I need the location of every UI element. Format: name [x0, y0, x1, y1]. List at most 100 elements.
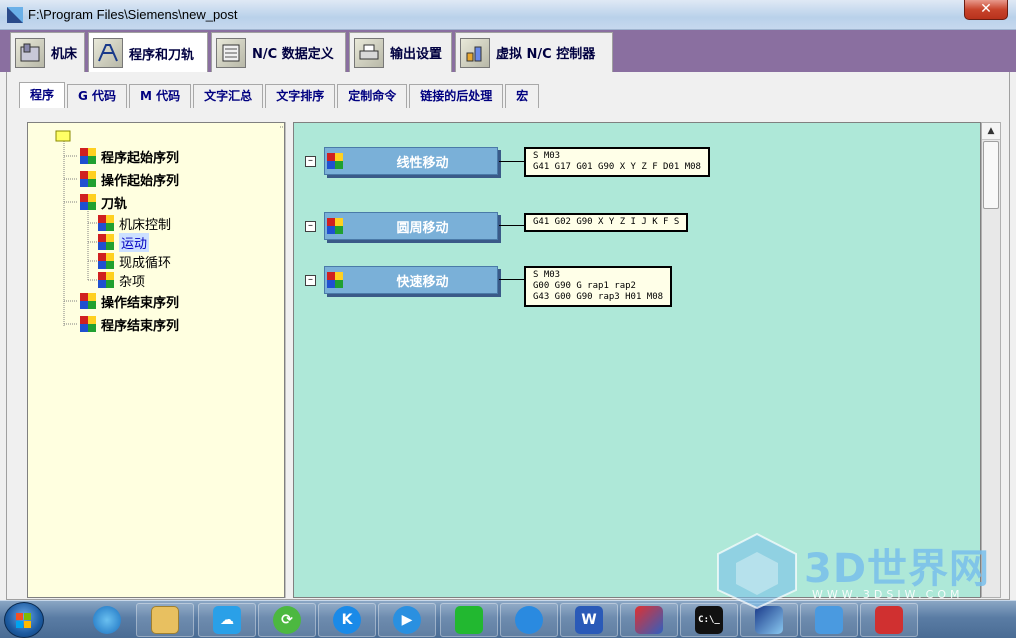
app-icon	[815, 606, 843, 634]
tree-panel: 程序起始序列 操作起始序列 刀轨 机床控制 运动 现成循环 杂项 操作结束序列	[27, 122, 286, 598]
nx-icon	[635, 606, 663, 634]
cube-logo-icon	[717, 532, 797, 610]
tree-item-operation-start[interactable]: 操作起始序列	[80, 169, 179, 189]
tree-item-operation-end[interactable]: 操作结束序列	[80, 291, 179, 311]
code-box[interactable]: S M03 G41 G17 G01 G90 X Y Z F D01 M08	[524, 147, 710, 177]
tree-item-toolpath[interactable]: 刀轨	[80, 192, 127, 212]
vertical-scrollbar[interactable]: ▲	[981, 122, 1001, 598]
cube-icon	[80, 316, 96, 332]
tab-program-toolpath[interactable]: 程序和刀轨	[88, 32, 208, 73]
nc-data-icon	[216, 37, 246, 68]
tree-item-program-start[interactable]: 程序起始序列	[80, 146, 179, 166]
panel-splitter[interactable]	[285, 122, 293, 598]
collapse-toggle[interactable]: –	[305, 275, 316, 286]
tree-item-label: 程序结束序列	[101, 318, 180, 334]
cube-icon	[80, 171, 96, 187]
collapse-toggle[interactable]: –	[305, 221, 316, 232]
scroll-thumb[interactable]	[983, 141, 999, 209]
block-linear-move[interactable]: 线性移动	[324, 147, 498, 175]
tab-label: 虚拟 N/C 控制器	[496, 47, 596, 62]
main-tab-bar: 机床 程序和刀轨 N/C 数据定义 输出设置 虚拟 N/C 控制器	[0, 30, 1016, 73]
tree-item-label: 机床控制	[119, 217, 172, 233]
watermark: 3D世界网 WWW.3DSJW.COM	[712, 530, 1012, 610]
block-label: 快速移动	[396, 274, 449, 290]
taskbar-word[interactable]: W	[560, 603, 618, 637]
scroll-up-arrow[interactable]: ▲	[982, 123, 1000, 140]
cube-icon	[80, 194, 96, 210]
taskbar-qq[interactable]	[78, 603, 136, 637]
iqiyi-icon	[455, 606, 483, 634]
taskbar-nx[interactable]	[620, 603, 678, 637]
app2-icon	[875, 606, 903, 634]
browser-icon: ⟳	[273, 606, 301, 634]
block-label: 线性移动	[396, 155, 449, 171]
tree-item-label: 程序起始序列	[101, 150, 180, 166]
cube-icon	[80, 148, 96, 164]
tree-item-misc[interactable]: 杂项	[98, 270, 145, 290]
taskbar-cloud[interactable]: ☁	[198, 603, 256, 637]
subtab-custom-command[interactable]: 定制命令	[337, 84, 408, 108]
taskbar-iqiyi[interactable]	[440, 603, 498, 637]
subtab-macro[interactable]: 宏	[505, 84, 540, 108]
taskbar-baidu-cloud[interactable]	[500, 603, 558, 637]
machine-icon	[15, 37, 45, 68]
tab-machine[interactable]: 机床	[10, 32, 85, 72]
block-label: 圆周移动	[396, 220, 449, 236]
kugou-icon: K	[333, 606, 361, 634]
tree-item-canned-cycle[interactable]: 现成循环	[98, 251, 171, 271]
collapse-toggle[interactable]: –	[305, 156, 316, 167]
subtab-g-code[interactable]: G 代码	[67, 84, 128, 108]
tab-output-settings[interactable]: 输出设置	[349, 32, 452, 72]
cube-icon	[327, 153, 343, 169]
subtab-m-code[interactable]: M 代码	[129, 84, 192, 108]
tab-virtual-nc[interactable]: 虚拟 N/C 控制器	[455, 32, 613, 72]
tree-item-label: 操作起始序列	[101, 173, 180, 189]
tree-item-label: 操作结束序列	[101, 295, 180, 311]
tree-item-program-end[interactable]: 程序结束序列	[80, 314, 179, 334]
tree-item-label: 现成循环	[119, 255, 172, 271]
taskbar-video-player[interactable]: ▶	[378, 603, 436, 637]
tab-label: 程序和刀轨	[129, 47, 195, 63]
tab-nc-data[interactable]: N/C 数据定义	[211, 32, 346, 72]
code-box[interactable]: G41 G02 G90 X Y Z I J K F S	[524, 213, 689, 232]
tab-label: 机床	[51, 47, 78, 62]
qq-icon	[93, 606, 121, 634]
tree-item-machine-control[interactable]: 机床控制	[98, 213, 171, 233]
block-circular-move[interactable]: 圆周移动	[324, 212, 498, 240]
tree-item-motion[interactable]: 运动	[98, 232, 150, 252]
close-button[interactable]: ✕	[964, 0, 1008, 20]
tree-item-label: 刀轨	[101, 196, 128, 212]
cube-icon	[98, 253, 114, 269]
cube-icon	[327, 272, 343, 288]
title-bar: F:\Program Files\Siemens\new_post ✕	[0, 0, 1016, 30]
tree-lines	[55, 126, 286, 326]
virtual-controller-icon	[460, 37, 490, 68]
taskbar-file-explorer[interactable]	[136, 603, 194, 637]
connector-line	[499, 225, 526, 226]
video-player-icon: ▶	[393, 606, 421, 634]
start-button[interactable]	[4, 602, 44, 638]
tab-label: N/C 数据定义	[252, 47, 334, 62]
windows-logo-icon	[16, 613, 31, 628]
word-icon: W	[575, 606, 603, 634]
tab-label: 输出设置	[390, 47, 443, 62]
subtab-linked-post[interactable]: 链接的后处理	[409, 84, 504, 108]
code-box[interactable]: S M03 G00 G90 G rap1 rap2 G43 G00 G90 ra…	[524, 266, 673, 307]
window-title: F:\Program Files\Siemens\new_post	[28, 7, 238, 22]
postbuilder-icon	[755, 606, 783, 634]
watermark-brand: 3D世界网	[804, 546, 991, 592]
taskbar-kugou[interactable]: K	[318, 603, 376, 637]
connector-line	[499, 161, 526, 162]
block-rapid-move[interactable]: 快速移动	[324, 266, 498, 294]
tree-item-label: 运动	[119, 232, 150, 252]
baidu-cloud-icon	[515, 606, 543, 634]
subtab-word-sequencing[interactable]: 文字排序	[265, 84, 336, 108]
subtab-word-summary[interactable]: 文字汇总	[193, 84, 264, 108]
taskbar-browser[interactable]: ⟳	[258, 603, 316, 637]
subtab-program[interactable]: 程序	[19, 82, 66, 108]
sub-tab-bar: 程序 G 代码 M 代码 文字汇总 文字排序 定制命令 链接的后处理 宏	[19, 82, 541, 108]
watermark-site: WWW.3DSJW.COM	[812, 588, 964, 601]
printer-icon	[354, 37, 384, 68]
app-icon	[7, 7, 23, 23]
file-explorer-icon	[151, 606, 179, 634]
